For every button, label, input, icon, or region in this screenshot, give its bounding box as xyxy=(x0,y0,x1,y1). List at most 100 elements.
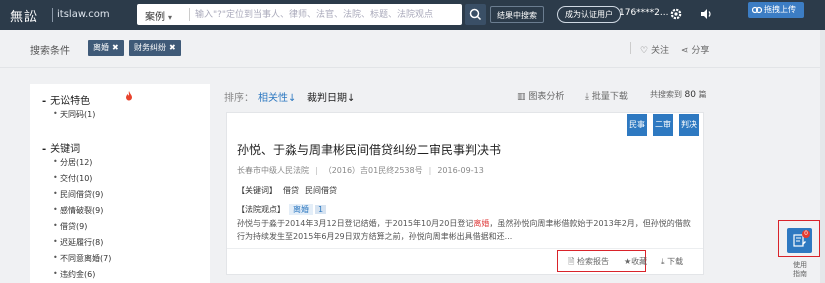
badge-judgment: 判决 xyxy=(679,114,699,136)
sort-relevance-label: 相关性 xyxy=(258,93,288,104)
list-item[interactable]: 交付(10) xyxy=(53,173,93,184)
judgment-date: 2016-09-13 xyxy=(437,166,484,175)
chevron-down-icon: ▾ xyxy=(168,13,173,22)
speaker-icon[interactable] xyxy=(699,7,713,24)
upload-icon xyxy=(752,6,762,14)
section-title-wusong-features[interactable]: - 无讼特色 xyxy=(42,92,90,107)
become-certified-button[interactable]: 成为认证用户 xyxy=(557,6,621,23)
section-label: 关键词 xyxy=(50,144,81,155)
search-box: 案例 ▾ xyxy=(137,4,462,25)
collect-label: 收藏 xyxy=(631,257,648,266)
upload-button[interactable]: 拖拽上传 xyxy=(748,2,804,18)
result-count: 共搜索到 80 篇 xyxy=(650,89,707,100)
card-divider xyxy=(227,248,703,249)
collapse-icon: - xyxy=(42,96,47,107)
result-count-number: 80 xyxy=(684,90,696,100)
list-item[interactable]: 迟延履行(8) xyxy=(53,237,103,248)
excerpt-text: 孙悦与于淼于2014年3月12日登记结婚，于2015年10月20日登记 xyxy=(237,219,474,228)
filter-tag-label: 离婚 xyxy=(93,43,109,52)
follow-button[interactable]: ♡ 关注 xyxy=(640,43,669,56)
arrow-down-icon: ↓ xyxy=(347,93,356,104)
batch-download-button[interactable]: ⤓ 批量下载 xyxy=(585,89,628,102)
filter-bar: 搜索条件 离婚 ✖ 财务纠纷 ✖ ♡ 关注 ⋖ 分享 xyxy=(0,30,820,68)
keyword-line: 【关键词】 借贷 民间借贷 xyxy=(237,185,343,196)
search-report-button[interactable]: 🗎 检索报告 xyxy=(568,256,609,270)
sort-by-relevance[interactable]: 相关性↓ xyxy=(258,89,296,104)
flame-icon xyxy=(126,91,132,101)
case-title-link[interactable]: 孙悦、于淼与周聿彬民间借贷纠纷二审民事判决书 xyxy=(237,141,501,158)
arrow-down-icon: ↓ xyxy=(288,93,297,104)
sort-bar: 排序： 相关性↓ 裁判日期↓ ▥ 图表分析 ⤓ 批量下载 共搜索到 80 篇 xyxy=(224,84,714,104)
case-number: （2016）吉01民终2538号 xyxy=(323,166,423,175)
search-category-select[interactable]: 案例 ▾ xyxy=(145,8,172,23)
search-button[interactable] xyxy=(465,4,486,25)
share-label: 分享 xyxy=(691,46,710,56)
gear-icon[interactable] xyxy=(669,7,683,24)
search-divider xyxy=(189,8,190,21)
court-name: 长春市中级人民法院 xyxy=(237,166,309,175)
section-label: 无讼特色 xyxy=(50,96,91,107)
guide-line: 指南 xyxy=(793,270,807,278)
section-title-keywords[interactable]: - 关键词 xyxy=(42,140,80,155)
scrollbar[interactable] xyxy=(820,30,825,283)
list-item[interactable]: 感情破裂(9) xyxy=(53,205,103,216)
share-icon: ⋖ xyxy=(681,46,689,56)
keyword-item[interactable]: 借贷 xyxy=(283,186,299,195)
sort-by-date[interactable]: 裁判日期↓ xyxy=(307,89,355,104)
site-logo[interactable]: 無訟 xyxy=(10,6,38,25)
search-category-label: 案例 xyxy=(145,12,165,23)
result-count-prefix: 共搜索到 xyxy=(650,90,682,99)
close-icon[interactable]: ✖ xyxy=(169,43,176,52)
sort-label: 排序： xyxy=(224,93,254,104)
list-item[interactable]: 借贷(9) xyxy=(53,221,87,232)
meta-divider: | xyxy=(315,166,318,175)
share-button[interactable]: ⋖ 分享 xyxy=(681,43,709,56)
download-button[interactable]: ⤓ 下载 xyxy=(661,256,683,267)
top-navigation-bar: 無訟 itslaw.com 案例▾ 结果中搜索 成为认证用户 176****2.… xyxy=(0,0,825,30)
keyword-label: 【关键词】 xyxy=(237,186,277,195)
download-icon: ⤓ xyxy=(661,257,665,266)
search-in-results-button[interactable]: 结果中搜索 xyxy=(490,6,544,23)
left-filter-panel: -无讼特色 天同码(1) -关键词 分居(12) 交付(10) 民间借贷(9) … xyxy=(30,84,210,283)
case-excerpt: 孙悦与于淼于2014年3月12日登记结婚，于2015年10月20日登记离婚，虽然… xyxy=(237,217,697,243)
badge-second-instance: 二审 xyxy=(653,114,673,136)
search-input[interactable] xyxy=(195,6,457,23)
bar-chart-icon: ▥ xyxy=(517,92,526,102)
follow-label: 关注 xyxy=(650,46,669,56)
result-count-suffix: 篇 xyxy=(698,90,707,99)
filter-tag-financial-dispute[interactable]: 财务纠纷 ✖ xyxy=(129,40,181,56)
user-account[interactable]: 176****2... xyxy=(619,8,669,18)
meta-divider: | xyxy=(428,166,432,175)
list-item[interactable]: 违约金(6) xyxy=(53,269,95,280)
collapse-icon: - xyxy=(42,144,47,155)
filter-tag-divorce[interactable]: 离婚 ✖ xyxy=(88,40,124,56)
court-view-tag[interactable]: 离婚 xyxy=(289,204,313,215)
court-view-line: 【法院观点】 离婚 1 xyxy=(237,204,327,215)
heart-icon: ♡ xyxy=(640,46,649,56)
download-label: 下载 xyxy=(667,257,684,266)
list-item[interactable]: 天同码(1) xyxy=(53,109,95,120)
notification-badge: 0 xyxy=(802,230,810,238)
search-icon xyxy=(469,8,482,21)
logo-divider xyxy=(52,8,53,22)
sort-date-label: 裁判日期 xyxy=(307,93,347,104)
download-icon: ⤓ xyxy=(585,92,589,102)
filter-tag-label: 财务纠纷 xyxy=(134,43,166,52)
keyword-item[interactable]: 民间借贷 xyxy=(305,186,337,195)
result-card: 民事 二审 判决 孙悦、于淼与周聿彬民间借贷纠纷二审民事判决书 长春市中级人民法… xyxy=(226,112,704,275)
list-item[interactable]: 民间借贷(9) xyxy=(53,189,103,200)
guide-line: 使用 xyxy=(793,261,807,269)
chart-analysis-button[interactable]: ▥ 图表分析 xyxy=(517,89,564,102)
list-item[interactable]: 不同意离婚(7) xyxy=(53,253,111,264)
batch-download-label: 批量下载 xyxy=(591,92,628,102)
list-item[interactable]: 分居(12) xyxy=(53,157,93,168)
case-meta: 长春市中级人民法院 | （2016）吉01民终2538号 | 2016-09-13 xyxy=(237,165,484,176)
close-icon[interactable]: ✖ xyxy=(112,43,119,52)
user-guide-link[interactable]: 使用 指南 xyxy=(786,261,814,279)
collect-button[interactable]: ★收藏 xyxy=(624,256,647,267)
court-view-count: 1 xyxy=(315,205,327,214)
divider xyxy=(630,42,631,54)
upload-label: 拖拽上传 xyxy=(764,5,796,14)
search-report-label: 检索报告 xyxy=(576,257,609,266)
excerpt-highlight: 离婚 xyxy=(473,219,490,228)
